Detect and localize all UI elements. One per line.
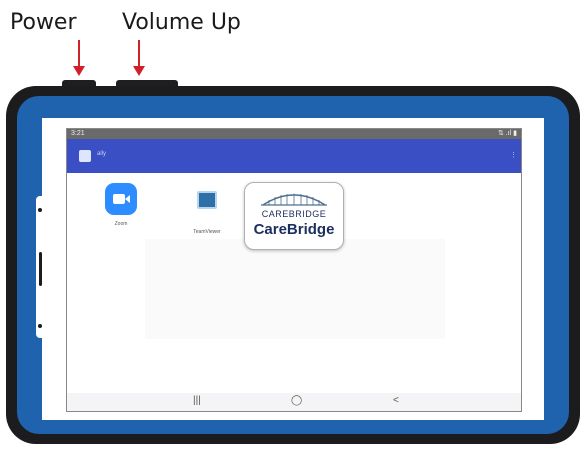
recents-button[interactable]: |||: [193, 395, 201, 406]
device-screen: 3:21 ⇅ .ıl ▮ ally ⋮ Zoom TeamViewer ||| …: [66, 128, 522, 412]
app-bar: ally ⋮: [67, 139, 521, 173]
status-bar: 3:21 ⇅ .ıl ▮: [67, 129, 521, 139]
background-faint-image: [145, 239, 445, 339]
volume-up-label: Volume Up: [122, 10, 241, 35]
app-bar-icon[interactable]: [79, 150, 91, 162]
app-tile-zoom[interactable]: Zoom: [95, 183, 147, 227]
power-arrow: [78, 40, 80, 68]
side-dot-bottom: [38, 324, 42, 328]
app-label-teamviewer: TeamViewer: [193, 229, 221, 235]
bridge-logo-icon: [261, 193, 327, 206]
app-label-zoom: Zoom: [114, 221, 128, 227]
side-dot-top: [38, 208, 42, 212]
carebridge-app-icon[interactable]: CAREBRIDGE CareBridge: [244, 182, 344, 250]
home-button[interactable]: ◯: [291, 395, 302, 406]
volume-arrow: [138, 40, 140, 68]
zoom-video-icon[interactable]: [105, 183, 137, 215]
status-icons: ⇅ .ıl ▮: [497, 130, 517, 137]
carebridge-small-label: CAREBRIDGE: [261, 209, 327, 219]
app-bar-title: ally: [97, 151, 107, 157]
power-arrowhead: [73, 66, 85, 76]
power-label: Power: [10, 10, 77, 35]
back-button[interactable]: <: [393, 395, 399, 406]
overflow-menu-icon[interactable]: ⋮: [510, 152, 517, 160]
teamviewer-icon[interactable]: [197, 191, 217, 209]
carebridge-big-label: CareBridge: [253, 221, 335, 238]
side-slot: [39, 252, 42, 286]
volume-arrowhead: [133, 66, 145, 76]
nav-bar: ||| ◯ <: [67, 393, 521, 411]
status-time: 3:21: [71, 130, 85, 137]
app-tile-teamviewer[interactable]: TeamViewer: [181, 183, 233, 235]
